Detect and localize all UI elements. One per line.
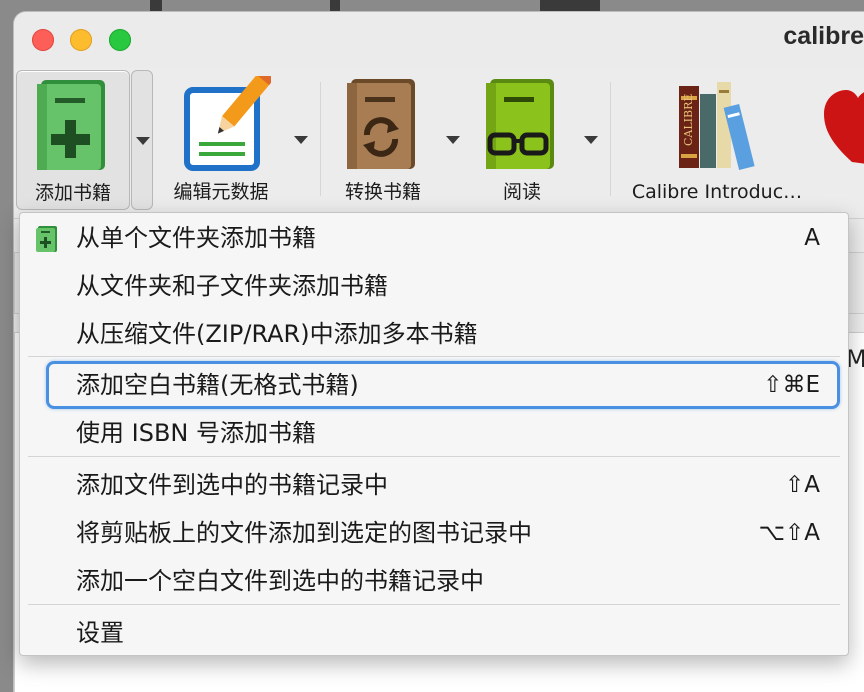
menu-separator	[28, 456, 840, 457]
convert-books-dropdown-button[interactable]	[442, 70, 462, 208]
title-bar[interactable]: calibre	[14, 12, 864, 68]
view-book-button[interactable]: 阅读	[466, 70, 578, 208]
minimize-window-button[interactable]	[70, 29, 92, 51]
edit-metadata-label: 编辑元数据	[173, 181, 269, 203]
desktop-background	[330, 0, 340, 12]
menu-separator	[28, 604, 840, 605]
add-book-small-icon	[36, 226, 57, 252]
add-books-menu: 从单个文件夹添加书籍 A 从文件夹和子文件夹添加书籍 从压缩文件(ZIP/RAR…	[19, 212, 849, 656]
calibre-introduction-icon: CALIBRE	[679, 82, 755, 170]
convert-books-label: 转换书籍	[344, 181, 421, 203]
desktop-background	[150, 0, 162, 12]
menu-item-add-empty-file[interactable]: 添加一个空白文件到选中的书籍记录中	[20, 557, 848, 605]
calibre-introduction-label: Calibre Introduc…	[631, 181, 803, 203]
menu-item-label: 添加文件到选中的书籍记录中	[76, 471, 388, 499]
chevron-down-icon	[294, 136, 308, 144]
view-book-icon	[486, 79, 554, 169]
chevron-down-icon	[136, 137, 150, 145]
menu-item-shortcut: A	[804, 225, 820, 251]
chevron-down-icon	[584, 136, 598, 144]
menu-item-add-from-folders-subfolders[interactable]: 从文件夹和子文件夹添加书籍	[20, 262, 848, 310]
view-book-dropdown-button[interactable]	[580, 70, 600, 208]
convert-books-button[interactable]: 转换书籍	[328, 70, 438, 208]
menu-item-label: 将剪贴板上的文件添加到选定的图书记录中	[76, 519, 532, 547]
close-window-button[interactable]	[32, 29, 54, 51]
toolbar-separator	[320, 82, 321, 196]
add-books-button[interactable]: 添加书籍	[16, 70, 130, 210]
menu-item-label: 设置	[76, 619, 124, 647]
menu-item-label: 从压缩文件(ZIP/RAR)中添加多本书籍	[76, 320, 478, 348]
menu-item-label: 从文件夹和子文件夹添加书籍	[76, 272, 388, 300]
donate-heart-icon[interactable]	[822, 86, 864, 166]
menu-item-add-empty-book[interactable]: 添加空白书籍(无格式书籍) ⇧⌘E	[20, 361, 848, 409]
chevron-down-icon	[446, 136, 460, 144]
menu-item-preferences[interactable]: 设置	[20, 609, 848, 657]
edit-metadata-button[interactable]: 编辑元数据	[157, 70, 285, 208]
menu-item-add-from-single-folder[interactable]: 从单个文件夹添加书籍 A	[20, 214, 848, 262]
menu-item-label: 从单个文件夹添加书籍	[76, 224, 316, 252]
window-title: calibre	[783, 22, 864, 50]
view-book-label: 阅读	[502, 181, 541, 203]
menu-item-add-from-archive[interactable]: 从压缩文件(ZIP/RAR)中添加多本书籍	[20, 310, 848, 358]
add-books-dropdown-button[interactable]	[131, 70, 153, 210]
menu-item-label: 添加空白书籍(无格式书籍)	[76, 371, 359, 399]
menu-item-label: 使用 ISBN 号添加书籍	[76, 419, 316, 447]
edit-metadata-icon	[184, 76, 271, 171]
menu-item-shortcut: ⇧A	[784, 472, 820, 498]
menu-separator	[28, 356, 840, 357]
zoom-window-button[interactable]	[109, 29, 131, 51]
main-toolbar: 添加书籍 编辑元数据 转换书籍 阅读 CALIBRE Calibre Intro…	[14, 68, 864, 219]
calibre-introduction-button[interactable]: CALIBRE Calibre Introduc…	[622, 70, 812, 208]
menu-item-label: 添加一个空白文件到选中的书籍记录中	[76, 567, 484, 595]
menu-item-shortcut: ⌥⇧A	[758, 520, 820, 546]
menu-item-add-clipboard-files[interactable]: 将剪贴板上的文件添加到选定的图书记录中 ⌥⇧A	[20, 509, 848, 557]
toolbar-separator	[610, 82, 611, 196]
edit-metadata-dropdown-button[interactable]	[290, 70, 310, 208]
menu-item-add-by-isbn[interactable]: 使用 ISBN 号添加书籍	[20, 409, 848, 457]
desktop-background	[540, 0, 600, 12]
menu-item-add-files-to-selected[interactable]: 添加文件到选中的书籍记录中 ⇧A	[20, 461, 848, 509]
add-book-icon	[37, 80, 105, 170]
menu-item-shortcut: ⇧⌘E	[763, 372, 820, 398]
svg-text:CALIBRE: CALIBRE	[682, 94, 695, 146]
convert-books-icon	[347, 79, 415, 169]
add-books-label: 添加书籍	[34, 182, 111, 204]
